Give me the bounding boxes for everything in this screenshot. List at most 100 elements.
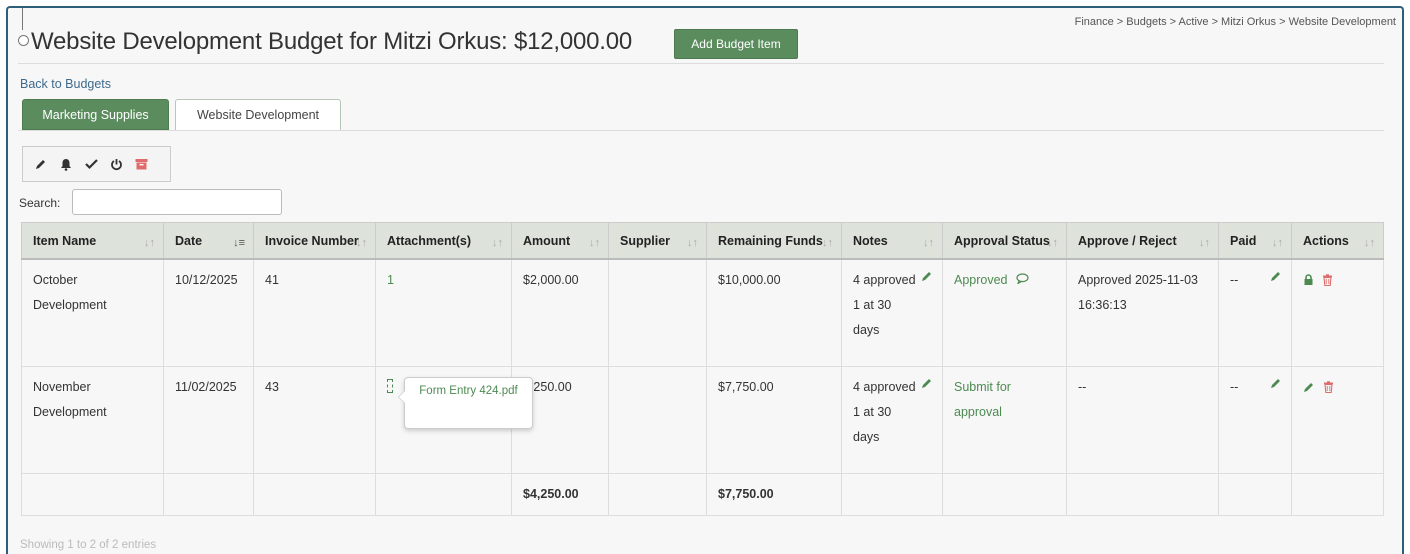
paid-value: -- xyxy=(1230,273,1239,287)
delete-trash-icon[interactable] xyxy=(1322,270,1333,295)
cell-empty xyxy=(942,472,1067,516)
cell-approval-status: Approved xyxy=(942,258,1067,367)
cell-date: 10/12/2025 xyxy=(163,258,254,367)
archive-icon[interactable] xyxy=(133,156,149,172)
attachment-file-icon[interactable] xyxy=(387,378,393,393)
cell-remaining-funds: $10,000.00 xyxy=(706,258,842,367)
cell-empty xyxy=(375,472,512,516)
total-amount: $4,250.00 xyxy=(511,472,609,516)
edit-notes-pencil-icon[interactable] xyxy=(921,266,933,291)
table-header-row: Item Name ↓↑ Date ↓≡ Invoice Number ↓↑ Atta… xyxy=(21,222,1384,260)
bell-icon[interactable] xyxy=(58,156,74,172)
attachment-count-link[interactable]: 1 xyxy=(387,273,394,287)
pencil-icon[interactable] xyxy=(33,156,49,172)
tab-website-development[interactable]: Website Development xyxy=(175,99,341,130)
search-input[interactable] xyxy=(72,189,282,215)
bulk-action-toolbar xyxy=(22,146,171,182)
cell-actions xyxy=(1291,258,1384,367)
sort-icon: ↓↑ xyxy=(1364,237,1375,249)
table-row: October Development 10/12/2025 41 1 $2,0… xyxy=(21,258,1384,367)
back-to-budgets-link[interactable]: Back to Budgets xyxy=(20,77,111,91)
table-info-text: Showing 1 to 2 of 2 entries xyxy=(20,539,157,551)
column-header-notes[interactable]: Notes ↓↑ xyxy=(841,222,943,260)
tab-divider xyxy=(18,130,1384,131)
sort-icon: ↓↑ xyxy=(1047,237,1058,249)
cell-empty xyxy=(253,472,376,516)
column-header-amount[interactable]: Amount ↓↑ xyxy=(511,222,609,260)
sort-icon: ↓↑ xyxy=(822,237,833,249)
sort-icon: ↓↑ xyxy=(492,237,503,249)
header-divider xyxy=(18,63,1384,64)
cell-supplier xyxy=(608,258,707,367)
paid-value: -- xyxy=(1230,379,1239,394)
cell-empty xyxy=(1291,472,1384,516)
cell-empty xyxy=(1218,472,1292,516)
cell-item-name: November Development xyxy=(21,365,164,474)
cell-approve-reject: Approved 2025-11-03 16:36:13 xyxy=(1066,258,1219,367)
delete-trash-icon[interactable] xyxy=(1323,377,1334,402)
cell-notes: 4 approved 1 at 30 days xyxy=(841,365,943,474)
sort-icon: ↓↑ xyxy=(1272,237,1283,249)
edit-pencil-icon[interactable] xyxy=(1303,377,1315,402)
page-title: Website Development Budget for Mitzi Ork… xyxy=(31,28,633,55)
column-header-attachments[interactable]: Attachment(s) ↓↑ xyxy=(375,222,512,260)
cell-remaining-funds: $7,750.00 xyxy=(706,365,842,474)
column-header-approval-status[interactable]: Approval Status ↓↑ xyxy=(942,222,1067,260)
search-label: Search: xyxy=(19,196,61,210)
column-header-supplier[interactable]: Supplier ↓↑ xyxy=(608,222,707,260)
cell-paid: -- xyxy=(1218,365,1292,474)
budget-items-table: Item Name ↓↑ Date ↓≡ Invoice Number ↓↑ Atta… xyxy=(21,222,1384,516)
power-icon[interactable] xyxy=(108,156,124,172)
sort-icon: ↓↑ xyxy=(687,237,698,249)
approval-status-text: Approved xyxy=(954,273,1008,287)
column-header-paid[interactable]: Paid ↓↑ xyxy=(1218,222,1292,260)
notes-text: 4 approved 1 at 30 days xyxy=(853,273,916,337)
cell-approval-status: Submit for approval xyxy=(942,365,1067,474)
table-row: November Development 11/02/2025 43 2,250… xyxy=(21,365,1384,474)
breadcrumb[interactable]: Finance > Budgets > Active > Mitzi Orkus… xyxy=(1075,16,1396,28)
title-marker-circle xyxy=(18,35,29,46)
table-totals-row: $4,250.00 $7,750.00 xyxy=(21,472,1384,516)
sort-icon: ↓↑ xyxy=(356,237,367,249)
submit-for-approval-link[interactable]: Submit for approval xyxy=(954,380,1011,419)
cell-empty xyxy=(608,472,707,516)
cell-item-name: October Development xyxy=(21,258,164,367)
sort-icon: ↓↑ xyxy=(923,237,934,249)
cell-actions xyxy=(1291,365,1384,474)
attachment-popover: Form Entry 424.pdf xyxy=(398,377,533,429)
cell-attachments: 1 xyxy=(375,258,512,367)
column-header-invoice-number[interactable]: Invoice Number ↓↑ xyxy=(253,222,376,260)
total-remaining-funds: $7,750.00 xyxy=(706,472,842,516)
sort-icon: ↓↑ xyxy=(144,237,155,249)
edit-notes-pencil-icon[interactable] xyxy=(921,373,933,398)
cell-empty xyxy=(841,472,943,516)
column-header-item-name[interactable]: Item Name ↓↑ xyxy=(21,222,164,260)
sort-asc-icon: ↓≡ xyxy=(233,237,245,249)
column-header-actions[interactable]: Actions ↓↑ xyxy=(1291,222,1384,260)
column-header-approve-reject[interactable]: Approve / Reject ↓↑ xyxy=(1066,222,1219,260)
cell-empty xyxy=(163,472,254,516)
cell-invoice-number: 41 xyxy=(253,258,376,367)
edit-paid-pencil-icon[interactable] xyxy=(1270,266,1282,291)
cell-amount: $2,000.00 xyxy=(511,258,609,367)
attachment-filename-link[interactable]: Form Entry 424.pdf xyxy=(419,385,517,397)
cell-approve-reject: -- xyxy=(1066,365,1219,474)
column-header-remaining-funds[interactable]: Remaining Funds ↓↑ xyxy=(706,222,842,260)
cell-paid: -- xyxy=(1218,258,1292,367)
column-header-date[interactable]: Date ↓≡ xyxy=(163,222,254,260)
cell-supplier xyxy=(608,365,707,474)
cell-empty xyxy=(21,472,164,516)
notes-text: 4 approved 1 at 30 days xyxy=(853,379,916,444)
check-icon[interactable] xyxy=(83,156,99,172)
sort-icon: ↓↑ xyxy=(1199,237,1210,249)
cell-notes: 4 approved 1 at 30 days xyxy=(841,258,943,367)
cell-empty xyxy=(1066,472,1219,516)
tab-marketing-supplies[interactable]: Marketing Supplies xyxy=(22,99,169,130)
cell-invoice-number: 43 xyxy=(253,365,376,474)
lock-icon[interactable] xyxy=(1303,270,1314,295)
cell-date: 11/02/2025 xyxy=(163,365,254,474)
comment-icon[interactable] xyxy=(1016,273,1029,287)
add-budget-item-button[interactable]: Add Budget Item xyxy=(674,29,798,59)
edit-paid-pencil-icon[interactable] xyxy=(1270,373,1282,398)
title-marker-line xyxy=(22,8,23,30)
